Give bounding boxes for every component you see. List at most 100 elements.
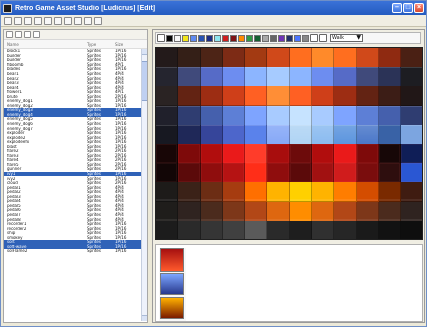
sprite-frame[interactable] [378, 86, 402, 107]
sprite-frame[interactable] [267, 220, 290, 239]
magnifier-icon[interactable] [319, 34, 327, 42]
zoom-select[interactable]: Walk ▼ [330, 34, 363, 42]
asset-row[interactable]: solFlame2 Sprites 1P/16 [4, 249, 142, 254]
swatch-midgray[interactable] [302, 34, 309, 42]
sprite-frame[interactable] [200, 220, 223, 239]
swatch-orange[interactable] [238, 34, 245, 42]
sprite-frame[interactable] [401, 86, 422, 107]
sprite-frame[interactable] [378, 105, 402, 126]
header-size[interactable]: Size [115, 42, 135, 47]
sprite-frame[interactable] [378, 48, 402, 68]
swatch-cyan[interactable] [214, 34, 221, 42]
sprite-frame[interactable] [356, 182, 379, 203]
sprite-frame[interactable] [222, 220, 246, 239]
sprite-frame[interactable] [334, 163, 357, 184]
sprite-frame[interactable] [267, 163, 290, 184]
sprite-frame[interactable] [401, 67, 422, 88]
swatch-blue-dark[interactable] [206, 34, 213, 42]
sprite-frame[interactable] [289, 182, 313, 203]
sprite-frame[interactable] [267, 201, 290, 222]
sprite-frame[interactable] [267, 48, 290, 68]
sprite-frame[interactable] [334, 67, 357, 88]
sprite-frame[interactable] [222, 105, 246, 126]
sprite-frame[interactable] [334, 144, 357, 164]
sprite-frame[interactable] [245, 86, 268, 107]
sprite-frame[interactable] [334, 124, 357, 145]
sprite-frame[interactable] [156, 163, 179, 184]
sprite-frame[interactable] [289, 144, 313, 164]
sprite-frame[interactable] [267, 124, 290, 145]
sprite-frame[interactable] [245, 201, 268, 222]
sprite-frame[interactable] [356, 220, 379, 239]
sprite-frame[interactable] [156, 67, 179, 88]
sprite-frame[interactable] [289, 220, 313, 239]
palette-tool-icon[interactable] [157, 34, 165, 42]
sprite-frame[interactable] [378, 67, 402, 88]
close-button[interactable]: × [414, 3, 424, 13]
sprite-frame[interactable] [356, 67, 379, 88]
sprite-frame[interactable] [156, 182, 179, 203]
sprite-frame[interactable] [401, 105, 422, 126]
sprite-frame[interactable] [312, 105, 335, 126]
sprite-frame[interactable] [289, 201, 313, 222]
sprite-frame[interactable] [334, 86, 357, 107]
sprite-frame[interactable] [222, 163, 246, 184]
sprite-frame[interactable] [312, 86, 335, 107]
filter-icon[interactable] [6, 31, 13, 38]
sprite-frame[interactable] [222, 201, 246, 222]
sort-icon[interactable] [33, 31, 40, 38]
sprite-frame[interactable] [401, 144, 422, 164]
sprite-frame[interactable] [245, 105, 268, 126]
sprite-frame[interactable] [401, 48, 422, 68]
sprite-frame[interactable] [289, 105, 313, 126]
sprite-frame[interactable] [378, 220, 402, 239]
swatch-black[interactable] [166, 34, 173, 42]
sprite-frame[interactable] [289, 48, 313, 68]
sprite-frame[interactable] [245, 220, 268, 239]
header-type[interactable]: Type [87, 42, 115, 47]
sprite-frame[interactable] [312, 201, 335, 222]
sprite-frame[interactable] [334, 105, 357, 126]
swatch-gray-light[interactable] [262, 34, 269, 42]
sprite-frame[interactable] [200, 144, 223, 164]
sprite-frame[interactable] [245, 182, 268, 203]
sprite-frame[interactable] [378, 144, 402, 164]
sprite-frame[interactable] [334, 48, 357, 68]
sprite-frame[interactable] [245, 163, 268, 184]
sprite-frame[interactable] [200, 105, 223, 126]
sprite-frame[interactable] [245, 124, 268, 145]
pencil-icon[interactable] [310, 34, 318, 42]
sprite-frame[interactable] [156, 48, 179, 68]
sprite-frame[interactable] [312, 48, 335, 68]
sprite-frame[interactable] [245, 144, 268, 164]
save-icon[interactable] [24, 16, 32, 25]
sprite-frame[interactable] [401, 124, 422, 145]
scroll-down-arrow[interactable] [142, 315, 147, 321]
swatch-purple[interactable] [278, 34, 285, 42]
sprite-frame[interactable] [378, 201, 402, 222]
sprite-frame[interactable] [378, 163, 402, 184]
sprite-frame[interactable] [289, 163, 313, 184]
sprite-frame[interactable] [378, 182, 402, 203]
sprite-frame[interactable] [334, 182, 357, 203]
sprite-frame[interactable] [200, 163, 223, 184]
sprite-frame[interactable] [312, 182, 335, 203]
asset-list-scrollbar[interactable] [141, 49, 147, 321]
sprite-frame[interactable] [378, 124, 402, 145]
swatch-blue[interactable] [198, 34, 205, 42]
sprite-frame[interactable] [156, 201, 179, 222]
sprite-frame[interactable] [156, 220, 179, 239]
sprite-frame[interactable] [178, 124, 201, 145]
sprite-frame[interactable] [267, 144, 290, 164]
sprite-frame[interactable] [178, 182, 201, 203]
sprite-frame[interactable] [267, 182, 290, 203]
sprite-frame[interactable] [222, 144, 246, 164]
sprite-frame[interactable] [356, 124, 379, 145]
swatch-yellow[interactable] [182, 34, 189, 42]
sprite-frame[interactable] [222, 182, 246, 203]
swatch-white[interactable] [174, 34, 181, 42]
sprite-frame[interactable] [178, 105, 201, 126]
sprite-frame[interactable] [222, 86, 246, 107]
sprite-frame[interactable] [356, 163, 379, 184]
sprite-frame[interactable] [156, 86, 179, 107]
